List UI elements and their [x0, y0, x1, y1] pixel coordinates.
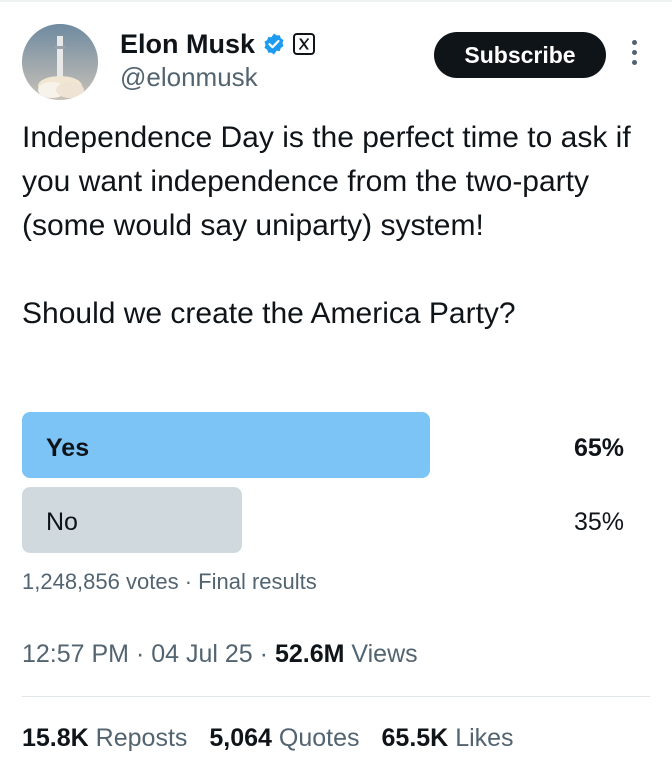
- tweet-text: Independence Day is the perfect time to …: [22, 121, 631, 330]
- quotes-stat[interactable]: 5,064 Quotes: [209, 724, 359, 753]
- avatar[interactable]: [22, 24, 98, 100]
- views-label: Views: [351, 640, 418, 668]
- poll-vote-info: 1,248,856 votes · Final results: [22, 569, 317, 595]
- top-divider: [0, 0, 672, 2]
- author-name-row: Elon Musk: [120, 27, 316, 61]
- separator-dot: ·: [184, 569, 193, 594]
- poll-option-yes-label: Yes: [46, 434, 90, 462]
- likes-label: Likes: [455, 724, 514, 752]
- tweet-meta: 12:57 PM · 04 Jul 25 · 52.6M Views: [22, 640, 418, 669]
- reposts-label: Reposts: [95, 724, 188, 752]
- more-vertical-icon[interactable]: [626, 40, 642, 72]
- x-logo-icon[interactable]: [293, 33, 316, 55]
- divider: [22, 696, 650, 697]
- views-count: 52.6M: [274, 640, 345, 668]
- quotes-label: Quotes: [278, 724, 360, 752]
- poll-option-no-label: No: [46, 508, 78, 536]
- engagement-stats: 15.8K Reposts 5,064 Quotes 65.5K Likes: [22, 724, 514, 753]
- reposts-count: 15.8K: [22, 724, 89, 752]
- poll-vote-count: 1,248,856 votes: [22, 569, 179, 594]
- poll-option-no-percent: 35%: [573, 508, 624, 536]
- author-handle[interactable]: @elonmusk: [120, 62, 258, 93]
- verified-badge-icon[interactable]: [262, 32, 286, 56]
- tweet-time[interactable]: 12:57 PM: [22, 640, 129, 668]
- separator-dot: ·: [135, 640, 145, 668]
- reposts-stat[interactable]: 15.8K Reposts: [22, 724, 187, 753]
- poll-option-yes-percent: 65%: [573, 434, 624, 462]
- subscribe-button[interactable]: Subscribe: [434, 32, 606, 78]
- quotes-count: 5,064: [209, 724, 272, 752]
- author-display-name[interactable]: Elon Musk: [120, 29, 255, 60]
- likes-stat[interactable]: 65.5K Likes: [382, 724, 514, 753]
- tweet-date[interactable]: 04 Jul 25: [151, 640, 252, 668]
- separator-dot: ·: [259, 640, 268, 668]
- poll-status: Final results: [198, 569, 317, 594]
- likes-count: 65.5K: [381, 724, 449, 752]
